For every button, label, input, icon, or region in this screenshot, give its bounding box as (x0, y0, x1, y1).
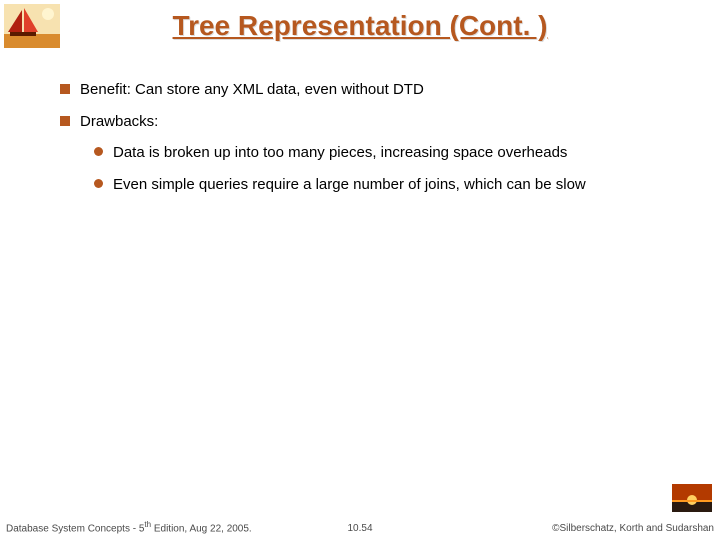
footer-copyright: ©Silberschatz, Korth and Sudarshan (552, 523, 714, 534)
square-bullet-icon (60, 116, 70, 126)
square-bullet-icon (60, 84, 70, 94)
slide-body: Benefit: Can store any XML data, even wi… (60, 80, 690, 206)
sub-bullet-data-broken: Data is broken up into too many pieces, … (94, 143, 690, 163)
footer: Database System Concepts - 5th Edition, … (0, 518, 720, 534)
sunset-image (672, 484, 712, 512)
round-bullet-icon (94, 147, 103, 156)
bullet-benefit: Benefit: Can store any XML data, even wi… (60, 80, 690, 100)
bullet-text: Drawbacks: (80, 112, 158, 132)
bullet-text: Even simple queries require a large numb… (113, 175, 586, 195)
bullet-drawbacks: Drawbacks: (60, 112, 690, 132)
bullet-text: Benefit: Can store any XML data, even wi… (80, 80, 424, 100)
bullet-text: Data is broken up into too many pieces, … (113, 143, 567, 163)
slide: Tree Representation (Cont. ) Benefit: Ca… (0, 0, 720, 540)
slide-title: Tree Representation (Cont. ) (0, 10, 720, 42)
sub-bullet-queries: Even simple queries require a large numb… (94, 175, 690, 195)
round-bullet-icon (94, 179, 103, 188)
